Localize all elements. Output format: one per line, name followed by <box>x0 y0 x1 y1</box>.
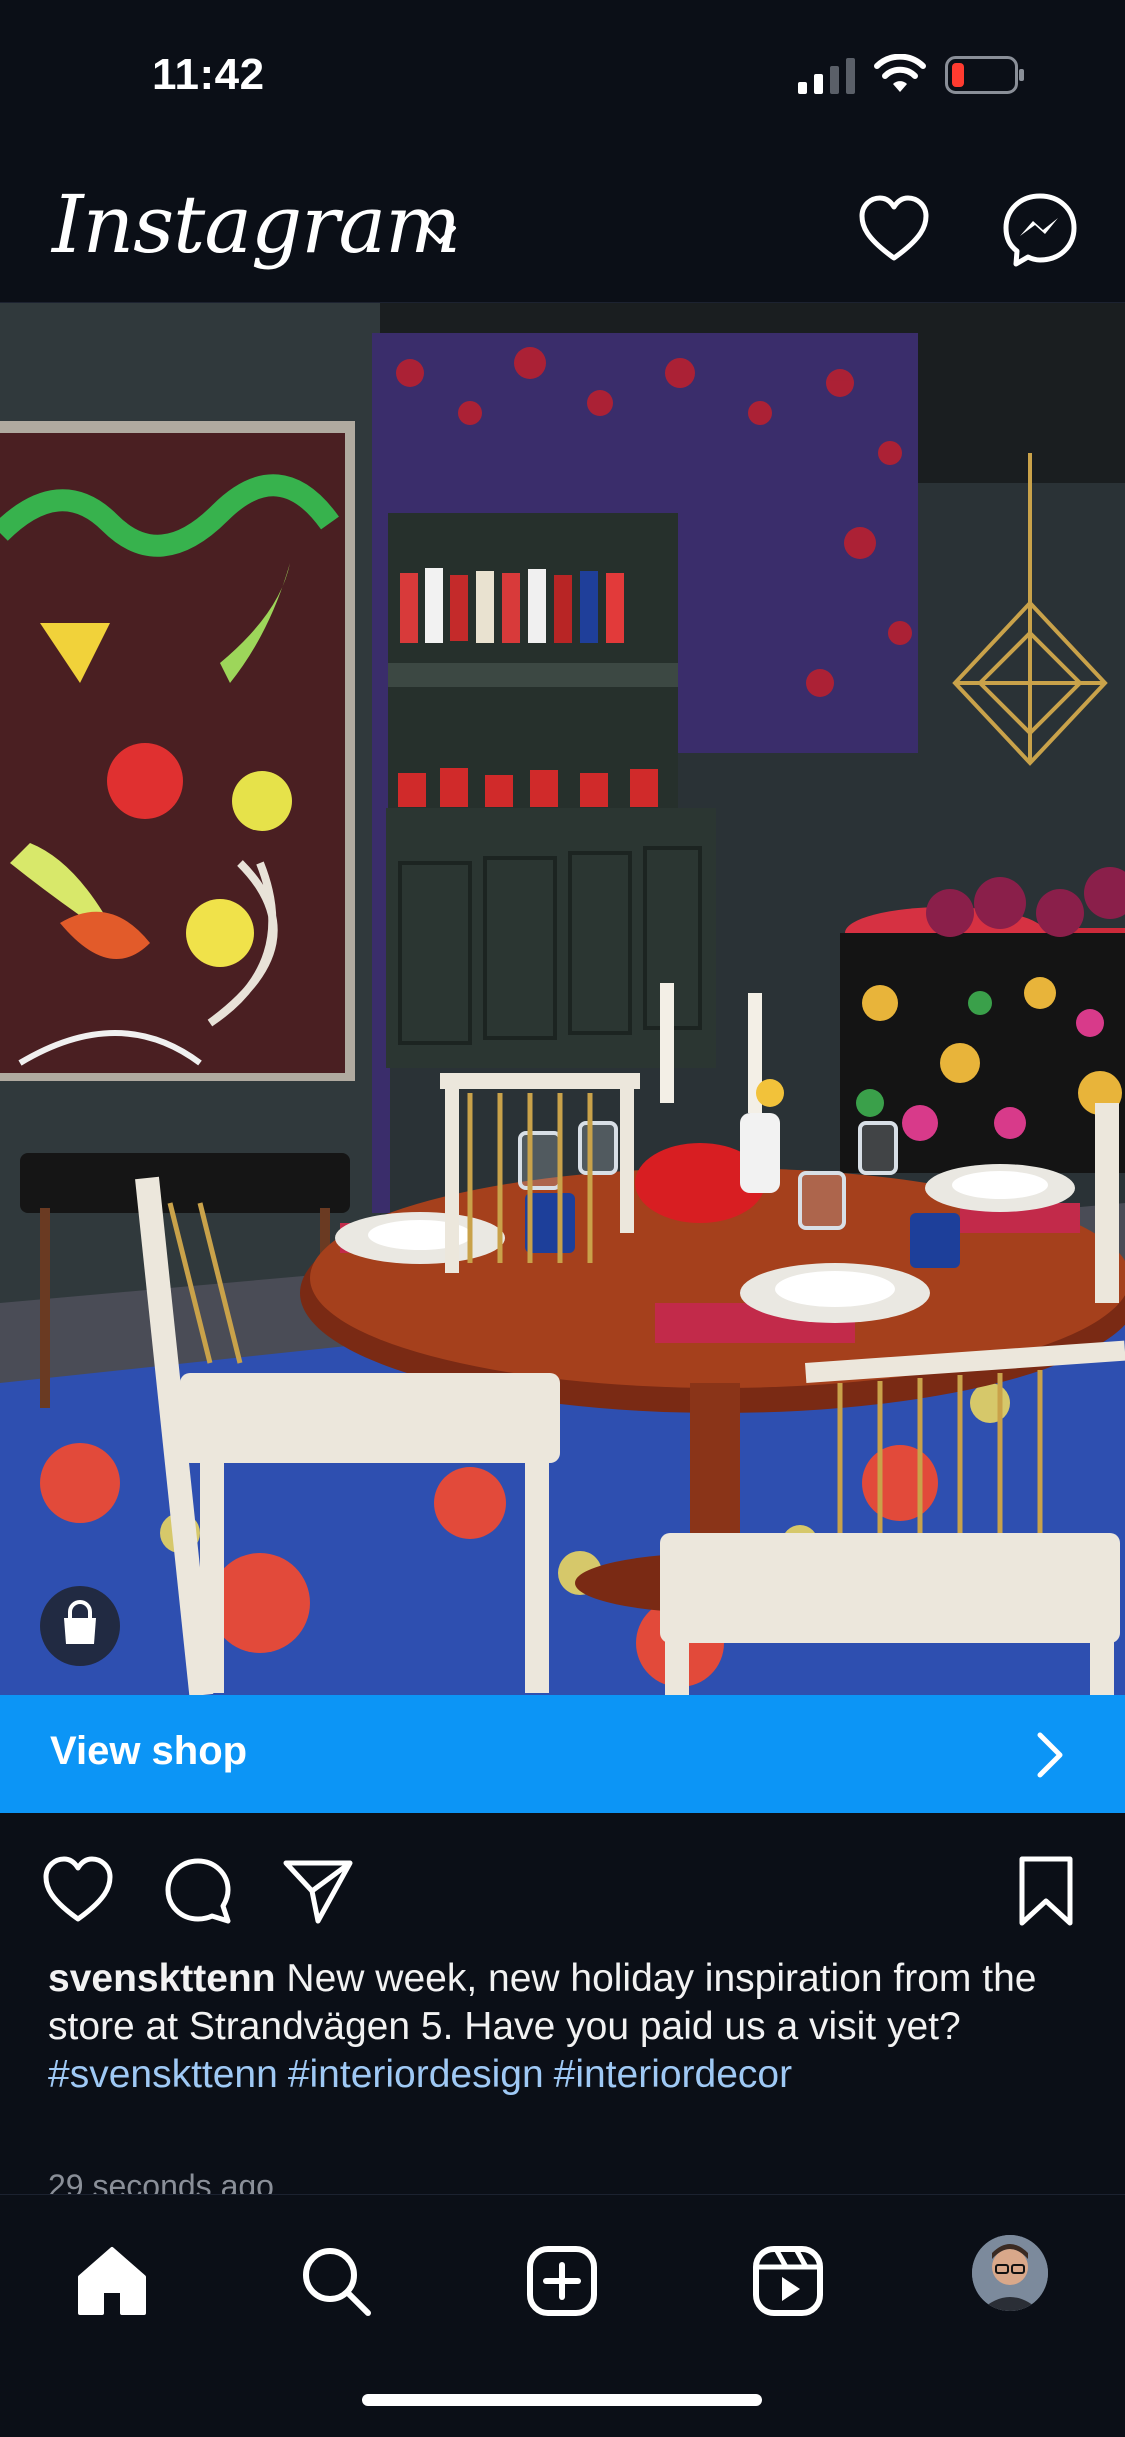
interior-photo <box>0 303 1125 1695</box>
wifi-icon <box>874 54 926 92</box>
bookmark-icon[interactable] <box>1008 1853 1084 1929</box>
chevron-right-icon <box>1037 1732 1063 1778</box>
post-image[interactable] <box>0 303 1125 1695</box>
heart-icon[interactable] <box>856 192 932 268</box>
home-indicator <box>362 2394 762 2406</box>
comment-icon[interactable] <box>160 1853 236 1929</box>
paper-plane-icon[interactable] <box>280 1853 356 1929</box>
view-shop-label: View shop <box>50 1729 248 1773</box>
post-caption: svenskttenn New week, new holiday inspir… <box>48 1955 1088 2099</box>
shopping-bag-badge[interactable] <box>40 1586 120 1666</box>
post-actions <box>0 1813 1125 1963</box>
heart-outline-icon[interactable] <box>40 1853 116 1929</box>
view-shop-button[interactable]: View shop <box>0 1695 1125 1813</box>
create-post-icon[interactable] <box>522 2241 602 2321</box>
instagram-logo[interactable]: Instagram <box>52 178 461 271</box>
cellular-signal-icon <box>798 58 855 94</box>
post-timestamp: 29 seconds ago <box>48 2168 274 2194</box>
profile-avatar[interactable] <box>972 2235 1048 2311</box>
hashtag-list: #svenskttenn #interiordesign #interiordeco… <box>48 2051 1088 2099</box>
home-icon[interactable] <box>72 2241 152 2321</box>
status-bar: 11:42 <box>0 0 1125 150</box>
caption-username[interactable]: svenskttenn <box>48 1957 276 2000</box>
hashtag-link[interactable]: #interiordesign <box>288 2053 544 2096</box>
search-icon[interactable] <box>296 2241 376 2321</box>
battery-low-icon <box>945 56 1024 94</box>
status-time: 11:42 <box>152 50 265 99</box>
app-header: Instagram <box>0 150 1125 303</box>
hashtag-link[interactable]: #svenskttenn <box>48 2053 278 2096</box>
hashtag-link[interactable]: #interiordecor <box>554 2053 792 2096</box>
avatar-image <box>972 2235 1048 2311</box>
messenger-icon[interactable] <box>1000 190 1080 270</box>
reels-icon[interactable] <box>748 2241 828 2321</box>
chevron-down-icon[interactable] <box>420 220 460 250</box>
shopping-bag-icon <box>64 1600 96 1644</box>
